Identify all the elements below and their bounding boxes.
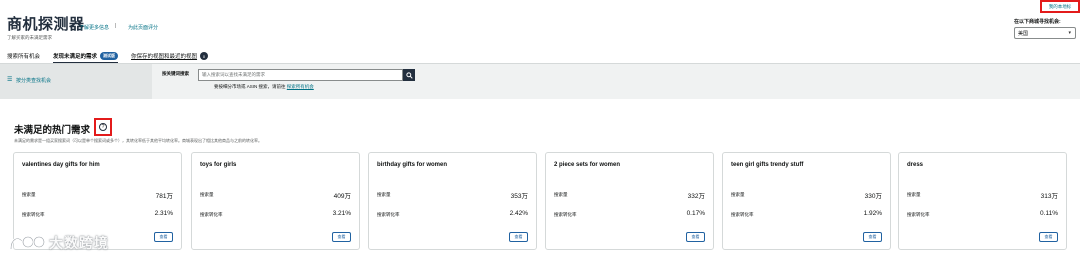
help-highlight[interactable]: ? — [94, 118, 112, 136]
search-volume-value: 330万 — [864, 193, 882, 200]
search-icon — [405, 71, 413, 79]
conversion-rate-value: 0.11% — [1040, 210, 1058, 217]
conversion-rate-value: 3.21% — [332, 210, 351, 217]
watermark: 大数跨境 — [8, 233, 109, 253]
conversion-rate-value: 2.31% — [154, 210, 173, 217]
section-title: 未满足的热门需求 — [14, 125, 91, 136]
search-volume-value: 313万 — [1040, 193, 1058, 200]
search-help-prefix: 要按细分市场或 ASIN 搜索，请前往 — [214, 84, 286, 89]
conversion-rate-label: 搜索转化率 — [907, 212, 930, 217]
card-title: 2 piece sets for women — [554, 162, 621, 168]
market-value: 美国 — [1018, 30, 1029, 37]
view-button[interactable]: 查看 — [332, 232, 351, 242]
page-title: 商机探测器 — [7, 16, 85, 33]
category-panel[interactable]: ☰ 按分类查找机会 — [0, 64, 152, 99]
card-title: valentines day gifts for him — [22, 162, 100, 168]
rate-page-link[interactable]: 为此页面评分 — [128, 24, 158, 31]
header-separator: | — [115, 23, 117, 29]
need-card: toys for girls 搜索量 409万 搜索转化率 3.21% 查看 — [191, 152, 360, 250]
need-card: teen girl gifts trendy stuff 搜索量 330万 搜索… — [722, 152, 891, 250]
view-button[interactable]: 查看 — [686, 232, 705, 242]
tab-unmet-needs[interactable]: 发现未满足的需求 测试版 — [53, 49, 119, 64]
watermark-text: 大数跨境 — [49, 235, 109, 251]
keyword-search-input[interactable]: 输入搜索词以查找未满足的需求 — [198, 69, 403, 81]
question-icon[interactable]: ? — [99, 123, 107, 131]
search-volume-label: 搜索量 — [200, 192, 214, 197]
conversion-rate-label: 搜索转化率 — [22, 212, 45, 217]
search-help-text: 要按细分市场或 ASIN 搜索，请前往 探索所有机会 — [214, 84, 314, 90]
search-band — [0, 64, 1080, 99]
conversion-rate-value: 0.17% — [686, 210, 705, 217]
card-title: teen girl gifts trendy stuff — [731, 162, 804, 168]
search-volume-value: 409万 — [333, 193, 351, 200]
market-select[interactable]: 美国 ▾ — [1014, 27, 1076, 39]
need-card: birthday gifts for women 搜索量 353万 搜索转化率 … — [368, 152, 537, 250]
search-volume-label: 搜索量 — [377, 192, 391, 197]
card-list: valentines day gifts for him 搜索量 781万 搜索… — [13, 152, 1073, 250]
page-subtitle: 了解买家的未满足需求 — [7, 35, 52, 40]
need-card: dress 搜索量 313万 搜索转化率 0.11% 查看 — [898, 152, 1067, 250]
tab-label: 搜索所有机会 — [7, 54, 41, 60]
section-description: 未满足的需求是一组买家搜索词（可以是单个搜索词或多个），其转化率低于其他平均转化… — [14, 138, 262, 143]
conversion-rate-value: 1.92% — [863, 210, 882, 217]
view-button[interactable]: 查看 — [1039, 232, 1058, 242]
chevron-down-icon: ▾ — [1068, 30, 1071, 36]
search-volume-label: 搜索量 — [22, 192, 36, 197]
category-panel-label: 按分类查找机会 — [16, 78, 52, 84]
tab-saved-views[interactable]: 你保存的视图和最近的视图 0 — [131, 49, 209, 63]
watermark-logo-icon — [9, 235, 46, 250]
search-volume-label: 搜索量 — [731, 192, 745, 197]
view-button[interactable]: 查看 — [509, 232, 528, 242]
tab-label: 发现未满足的需求 — [53, 54, 98, 60]
conversion-rate-label: 搜索转化率 — [731, 212, 754, 217]
explore-all-link[interactable]: 探索所有机会 — [287, 84, 314, 89]
market-label: 在以下商城寻找机会: — [1014, 19, 1061, 25]
top-right-button[interactable]: 我的本地标 — [1040, 0, 1080, 13]
search-volume-value: 332万 — [687, 193, 705, 200]
tab-bar: 搜索所有机会 发现未满足的需求 测试版 你保存的视图和最近的视图 0 — [7, 49, 221, 64]
menu-icon: ☰ — [7, 77, 13, 83]
search-volume-label: 搜索量 — [907, 192, 921, 197]
search-volume-value: 353万 — [510, 193, 528, 200]
card-title: toys for girls — [200, 162, 237, 168]
card-title: dress — [907, 162, 924, 168]
view-button[interactable]: 查看 — [863, 232, 882, 242]
search-volume-label: 搜索量 — [554, 192, 568, 197]
need-card: 2 piece sets for women 搜索量 332万 搜索转化率 0.… — [545, 152, 714, 250]
search-placeholder: 输入搜索词以查找未满足的需求 — [202, 72, 265, 77]
search-volume-value: 781万 — [155, 193, 173, 200]
conversion-rate-label: 搜索转化率 — [554, 212, 577, 217]
learn-more-link[interactable]: 了解更多信息 — [79, 24, 109, 31]
conversion-rate-label: 搜索转化率 — [377, 212, 400, 217]
tab-label: 你保存的视图和最近的视图 — [131, 54, 198, 60]
conversion-rate-value: 2.42% — [509, 210, 528, 217]
view-button[interactable]: 查看 — [154, 232, 173, 242]
count-badge: 0 — [200, 52, 209, 60]
search-button[interactable] — [403, 69, 415, 81]
tab-search-all[interactable]: 搜索所有机会 — [7, 49, 40, 63]
conversion-rate-label: 搜索转化率 — [200, 212, 223, 217]
keyword-search-label: 按关键词搜索 — [162, 71, 189, 76]
beta-badge: 测试版 — [100, 52, 119, 60]
card-title: birthday gifts for women — [377, 162, 448, 168]
